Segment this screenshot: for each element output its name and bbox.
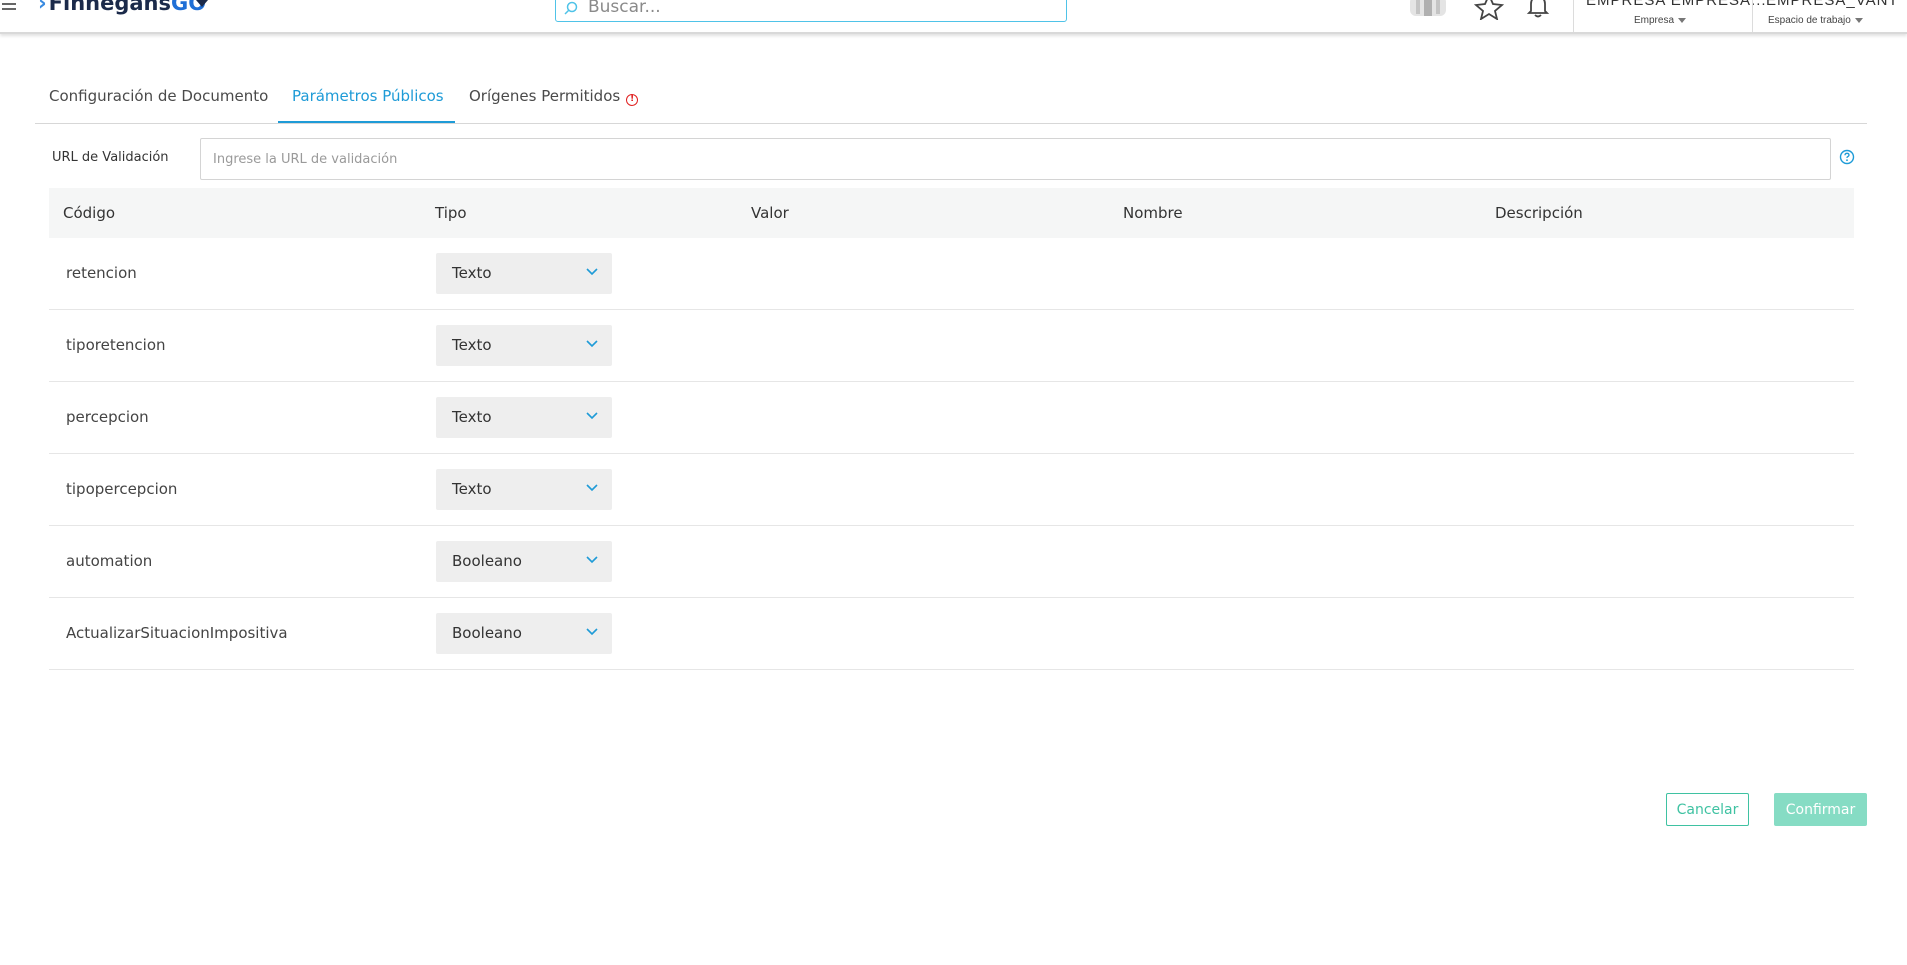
tab-label: Orígenes Permitidos [469,87,621,105]
app-switcher-caret-icon[interactable] [196,0,208,7]
parameter-code: percepcion [66,408,149,426]
header-divider [1752,0,1753,32]
table-row: tiporetencion Texto [49,310,1854,382]
confirm-button[interactable]: Confirmar [1774,793,1867,826]
column-header-tipo: Tipo [435,204,467,222]
type-select[interactable]: Texto [436,397,612,438]
parameter-code: ActualizarSituacionImpositiva [66,624,288,642]
company-caret-icon [1678,17,1687,23]
column-header-nombre: Nombre [1123,204,1183,222]
global-search [555,0,1067,22]
hamburger-menu-icon[interactable] [2,0,16,10]
chevron-down-icon [586,556,598,564]
column-header-valor: Valor [751,204,789,222]
tab-origenes-permitidos[interactable]: Orígenes Permitidos! [455,84,652,123]
column-header-descripcion: Descripción [1495,204,1583,222]
table-row: tipopercepcion Texto [49,454,1854,526]
table-row: percepcion Texto [49,382,1854,454]
building-icon[interactable] [1408,0,1448,20]
type-select[interactable]: Texto [436,469,612,510]
type-select-value: Texto [452,336,492,354]
type-select[interactable]: Texto [436,253,612,294]
warning-icon: ! [626,94,639,106]
cancel-button[interactable]: Cancelar [1666,793,1749,826]
workspace-value[interactable]: EMPRESA_VANT [1766,0,1899,9]
search-icon [564,1,578,15]
type-select-value: Booleano [452,624,522,642]
parameter-code: automation [66,552,153,570]
type-select[interactable]: Texto [436,325,612,366]
help-icon[interactable] [1839,149,1855,165]
logo-chevron-icon: › [38,0,47,15]
search-input[interactable] [586,0,1050,18]
type-select-value: Texto [452,408,492,426]
tab-parametros-publicos[interactable]: Parámetros Públicos [278,84,455,123]
chevron-down-icon [586,340,598,348]
company-label: Empresa [1634,15,1675,26]
url-validation-input[interactable] [200,138,1831,180]
app-logo[interactable]: ›FinnegansGO [38,0,206,15]
bell-icon[interactable] [1526,0,1550,19]
type-select[interactable]: Booleano [436,541,612,582]
table-row: automation Booleano [49,526,1854,598]
chevron-down-icon [586,268,598,276]
type-select-value: Texto [452,480,492,498]
chevron-down-icon [586,484,598,492]
logo-brand-text: Finnegans [48,0,171,15]
parameters-table: Código Tipo Valor Nombre Descripción ret… [49,188,1854,670]
star-icon[interactable] [1474,0,1504,20]
tab-configuracion-documento[interactable]: Configuración de Documento [35,84,282,123]
tab-label: Parámetros Públicos [292,87,444,105]
table-row: ActualizarSituacionImpositiva Booleano [49,598,1854,670]
table-header: Código Tipo Valor Nombre Descripción [49,188,1854,238]
column-header-codigo: Código [63,204,116,222]
workspace-caret-icon [1854,17,1863,23]
tab-bar: Configuración de Documento Parámetros Pú… [35,84,1867,124]
parameter-code: retencion [66,264,137,282]
url-validation-label: URL de Validación [52,150,169,165]
workspace-selector[interactable]: Espacio de trabajo [1768,15,1863,26]
company-value[interactable]: EMPRESA EMPRESA... [1586,0,1767,9]
table-row: retencion Texto [49,238,1854,310]
top-bar: ›FinnegansGO EMPRESA EMPRESA... Empresa … [0,0,1907,34]
company-selector[interactable]: Empresa [1634,15,1687,26]
parameter-code: tipopercepcion [66,480,178,498]
type-select[interactable]: Booleano [436,613,612,654]
type-select-value: Texto [452,264,492,282]
chevron-down-icon [586,628,598,636]
tab-label: Configuración de Documento [49,87,269,105]
chevron-down-icon [586,412,598,420]
header-divider [1573,0,1574,32]
type-select-value: Booleano [452,552,522,570]
workspace-label: Espacio de trabajo [1768,15,1851,26]
parameter-code: tiporetencion [66,336,166,354]
